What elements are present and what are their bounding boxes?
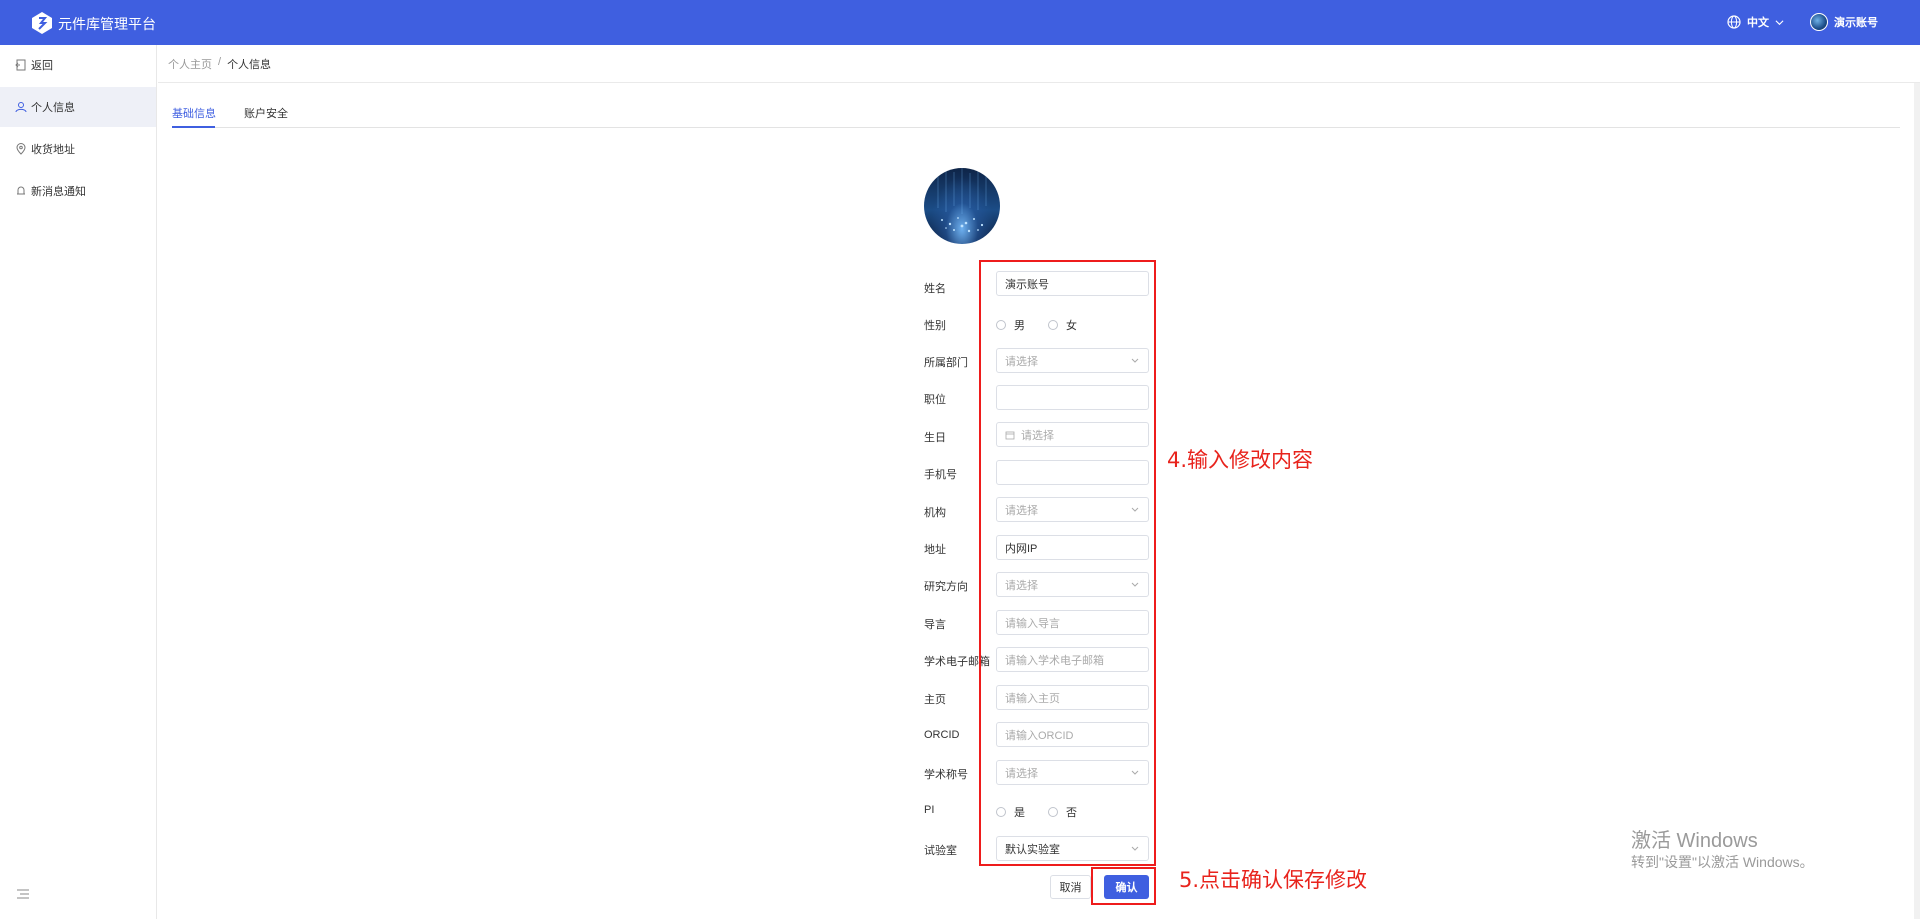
profile-tabs: 基础信息 账户安全	[172, 100, 1900, 128]
windows-activation-title: 激活 Windows	[1631, 830, 1758, 852]
pi-label: PI	[924, 804, 935, 816]
cancel-button[interactable]: 取消	[1050, 875, 1091, 899]
breadcrumb-current: 个人信息	[227, 59, 272, 71]
tab-basic-info[interactable]: 基础信息	[172, 105, 216, 121]
avatar-image	[937, 168, 987, 233]
back-icon	[15, 59, 26, 71]
divider	[158, 82, 1920, 83]
breadcrumb-home[interactable]: 个人主页	[168, 56, 212, 72]
sidebar-item-label: 返回	[31, 60, 53, 72]
sidebar-item-back[interactable]: 返回	[0, 45, 156, 85]
address-label: 地址	[924, 544, 946, 556]
department-label: 所属部门	[924, 357, 968, 369]
phone-label: 手机号	[924, 469, 957, 481]
windows-activation-text: 转到"设置"以激活 Windows。	[1631, 854, 1814, 870]
location-icon	[16, 143, 26, 155]
profile-avatar[interactable]	[924, 168, 1000, 244]
top-navigation-bar: 元件库管理平台 中文 演示账号	[0, 0, 1920, 45]
annotation-highlight-form	[979, 260, 1156, 866]
birthday-label: 生日	[924, 432, 946, 444]
scrollbar[interactable]	[1914, 83, 1920, 919]
globe-icon	[1727, 15, 1741, 29]
orcid-label: ORCID	[924, 729, 960, 741]
sidebar-item-notifications[interactable]: 新消息通知	[0, 171, 156, 211]
app-logo-icon[interactable]	[30, 11, 54, 35]
sidebar-item-label: 个人信息	[31, 102, 75, 114]
advisor-label: 导言	[924, 619, 946, 631]
user-name: 演示账号	[1834, 17, 1878, 29]
sidebar: 返回 个人信息 收货地址 新消息通知	[0, 45, 157, 919]
user-menu[interactable]: 演示账号	[1810, 13, 1878, 31]
annotation-highlight-confirm	[1091, 867, 1156, 905]
breadcrumb: 个人主页 / 个人信息	[168, 56, 271, 72]
app-title: 元件库管理平台	[58, 16, 156, 32]
sidebar-item-address[interactable]: 收货地址	[0, 129, 156, 169]
gender-label: 性别	[924, 320, 946, 332]
menu-collapse-icon[interactable]	[16, 888, 30, 900]
academic-title-label: 学术称号	[924, 769, 968, 781]
sidebar-item-label: 收货地址	[31, 144, 75, 156]
sidebar-item-label: 新消息通知	[31, 186, 86, 198]
bell-icon	[17, 186, 25, 195]
name-label: 姓名	[924, 283, 946, 295]
chevron-down-icon	[1775, 19, 1784, 25]
active-tab-indicator	[172, 126, 215, 128]
breadcrumb-separator: /	[218, 56, 222, 68]
annotation-step4: 4.输入修改内容	[1167, 448, 1314, 472]
avatar	[1810, 13, 1828, 31]
research-label: 研究方向	[924, 581, 968, 593]
lab-label: 试验室	[924, 845, 957, 857]
position-label: 职位	[924, 394, 946, 406]
sidebar-item-profile[interactable]: 个人信息	[0, 87, 156, 127]
institution-label: 机构	[924, 507, 946, 519]
annotation-step5: 5.点击确认保存修改	[1179, 868, 1368, 892]
language-label: 中文	[1747, 17, 1769, 29]
user-icon	[15, 102, 27, 113]
homepage-label: 主页	[924, 694, 946, 706]
tab-account-security[interactable]: 账户安全	[244, 105, 288, 121]
language-switcher[interactable]: 中文	[1727, 14, 1784, 30]
